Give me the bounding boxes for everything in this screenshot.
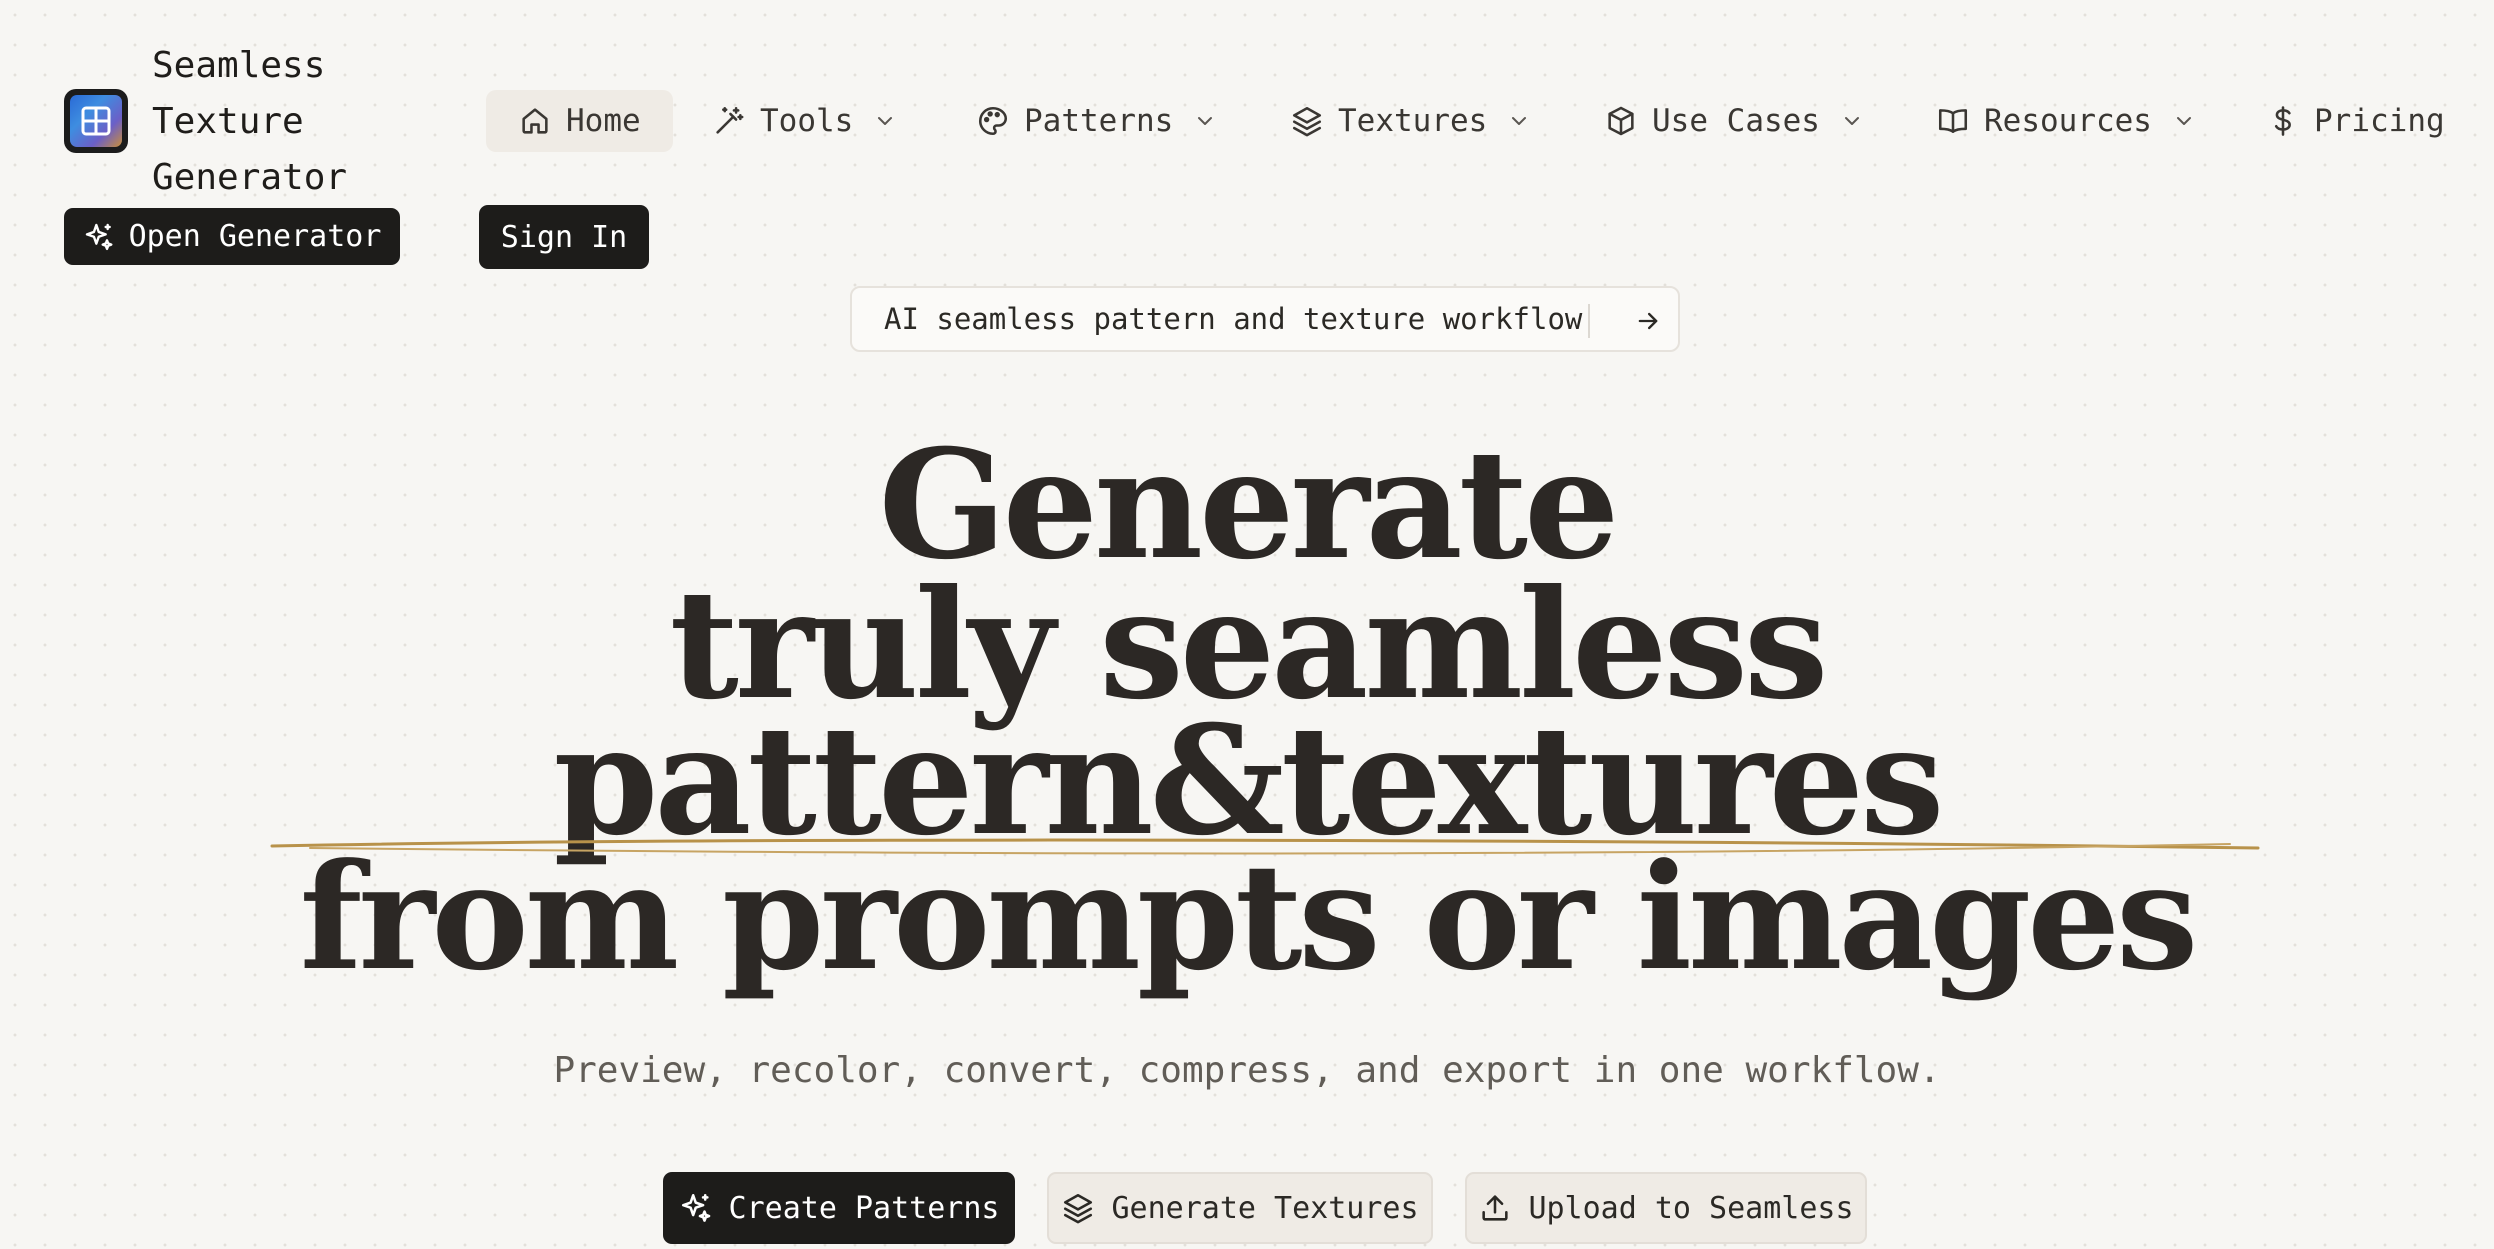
nav-item-resources[interactable]: Resources [1936,90,2196,152]
generate-textures-label: Generate Textures [1111,1190,1419,1226]
nav-item-home[interactable]: Home [486,90,673,152]
nav-item-tools[interactable]: Tools [712,90,897,152]
announcement-text: AI seamless pattern and texture workflow [884,302,1583,336]
logo[interactable] [64,89,128,153]
create-patterns-label: Create Patterns [728,1190,1000,1226]
brand-name[interactable]: Seamless Texture Generator [152,38,382,206]
sparkles-icon [85,223,113,250]
home-icon [522,108,548,134]
palette-icon [978,106,1008,136]
chevron-down-icon [1198,117,1213,125]
nav-item-label: Resources [1984,103,2152,139]
open-generator-label: Open Generator [128,219,382,254]
pill-divider [1588,304,1590,338]
upload-label: Upload to Seamless [1528,1190,1854,1226]
brand-name-line: Seamless [152,45,326,86]
hero-subtitle: Preview, recolor, convert, compress, and… [553,1050,1941,1091]
sparkles-icon [681,1193,710,1222]
brand-name-line: Texture [152,101,304,142]
layers-icon [1064,1193,1093,1224]
nav-item-use-cases[interactable]: Use Cases [1604,90,1864,152]
nav-item-label: Tools [760,103,854,139]
upload-icon [1482,1195,1509,1221]
dollar-icon [2274,106,2291,136]
chevron-down-icon [878,117,893,125]
nav-item-textures[interactable]: Textures [1290,90,1531,152]
grid-tile-logo-icon [70,95,122,147]
magic-wand-icon [716,106,744,134]
announcement-pill[interactable]: AI seamless pattern and texture workflow [850,286,1680,352]
box-icon [1608,106,1634,136]
nav-item-label: Textures [1338,103,1488,139]
hero-heading-line-4: from prompts or images [299,832,2199,1003]
sign-in-button[interactable]: Sign In [479,205,649,269]
arrow-right-icon [1638,312,1658,330]
generate-textures-button[interactable]: Generate Textures [1047,1172,1433,1244]
upload-to-seamless-button[interactable]: Upload to Seamless [1465,1172,1867,1244]
nav-item-patterns[interactable]: Patterns [976,90,1217,152]
sign-in-label: Sign In [500,219,628,255]
brand-name-line: Generator [152,157,348,198]
open-generator-button[interactable]: Open Generator [64,208,400,265]
book-icon [1938,109,1968,133]
nav-item-label: Pricing [2314,103,2445,139]
nav-item-label: Home [566,103,641,139]
nav-item-pricing[interactable]: Pricing [2266,90,2445,152]
create-patterns-button[interactable]: Create Patterns [663,1172,1015,1244]
layers-icon [1292,106,1322,137]
nav-item-label: Patterns [1024,103,1174,139]
chevron-down-icon [1512,117,1527,125]
chevron-down-icon [2176,117,2191,125]
chevron-down-icon [1844,117,1859,125]
nav-item-label: Use Cases [1652,103,1820,139]
